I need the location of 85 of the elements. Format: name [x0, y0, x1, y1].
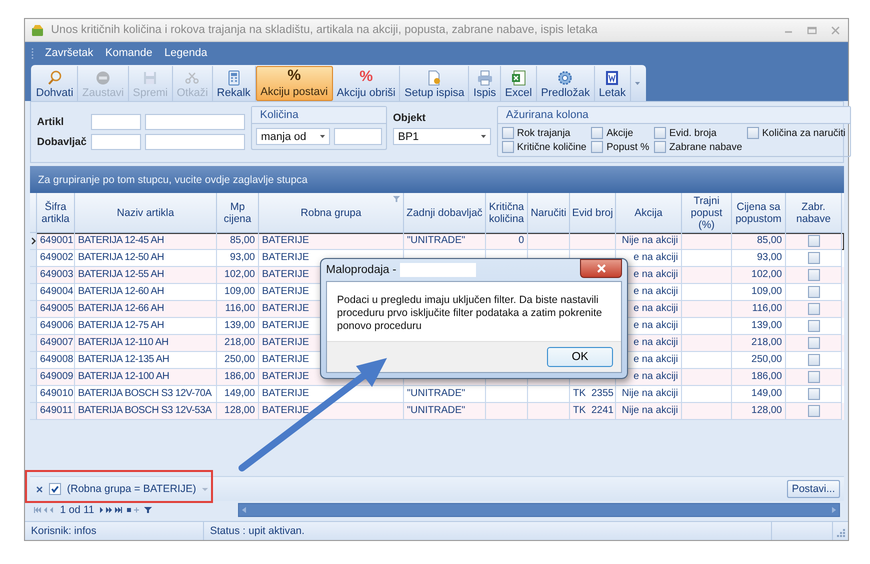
table-cell-text: 93,00 [756, 251, 782, 265]
field-label: Dobavljač [37, 136, 87, 148]
percent-icon: % [359, 69, 373, 86]
table-cell-text: 85,00 [756, 234, 782, 248]
group-title: Količina [252, 107, 386, 124]
table-cell-text: 109,00 [751, 285, 782, 299]
table-cell-text: Nije na akciji [622, 404, 678, 418]
table-cell-text: Nije na akciji [622, 234, 678, 248]
table-cell-text: e na akciji [634, 336, 678, 350]
table-cell-text: BATERIJE [262, 404, 310, 418]
field-label: Objekt [393, 112, 427, 124]
table-cell-text: 116,00 [752, 302, 782, 316]
table-cell-text: e na akciji [634, 251, 678, 265]
table-cell-text: Nije na akciji [622, 387, 678, 401]
table-cell-text: 109,00 [224, 285, 255, 299]
record-position: 1 od 11 [60, 504, 94, 516]
table-cell-text: 93,00 [230, 251, 255, 265]
table-cell-text: 149,00 [751, 387, 782, 401]
table-cell-text: BATERIJA 12-66 AH [78, 302, 164, 316]
table-cell-text: TK 2241 [573, 404, 614, 418]
table-cell-text: "UNITRADE" [407, 404, 466, 418]
table-cell-text: 649009 [40, 370, 74, 384]
table-cell-text: TK 2355 [573, 387, 614, 401]
table-cell-text: 102,00 [751, 268, 782, 282]
table-cell-text: "UNITRADE" [407, 234, 466, 248]
table-cell-text: BATERIJE [262, 336, 310, 350]
table-cell-text: 649001 [40, 234, 74, 248]
table-cell-text: BATERIJE [262, 268, 310, 282]
percent-icon: % [287, 68, 301, 85]
table-cell-text: e na akciji [634, 285, 678, 299]
table-cell-text: BATERIJA 12-75 AH [78, 319, 164, 333]
table-cell-text: e na akciji [634, 268, 678, 282]
table-cell-text: 649004 [40, 285, 74, 299]
table-cell-text: 649003 [40, 268, 74, 282]
table-cell-text: 149,00 [224, 387, 255, 401]
table-cell-text: BATERIJA 12-60 AH [78, 285, 164, 299]
table-cell-text: BATERIJE [262, 370, 310, 384]
table-cell-text: BATERIJE [262, 251, 310, 265]
table-cell-text: BATERIJE [262, 387, 310, 401]
table-cell-text: BATERIJE [262, 319, 310, 333]
table-cell-text: 102,00 [224, 268, 255, 282]
table-cell-text: 128,00 [224, 404, 255, 418]
table-cell-text: BATERIJA 12-100 AH [78, 370, 170, 384]
table-cell-text: BATERIJA BOSCH S3 12V-70A [78, 387, 212, 401]
table-cell-text: 139,00 [751, 319, 782, 333]
table-cell-text: 250,00 [224, 353, 255, 367]
table-cell-text: BATERIJE [262, 234, 310, 248]
table-cell-text: 0 [518, 234, 524, 248]
table-cell-text: 116,00 [225, 302, 255, 316]
table-cell-text: BATERIJA 12-135 AH [78, 353, 170, 367]
hint-text: Za grupiranje po tom stupcu, vucite ovdje zaglavlje stupca [38, 174, 308, 186]
table-cell-text: 85,00 [230, 234, 255, 248]
table-cell-text: 649006 [40, 319, 74, 333]
table-cell-text: 649011 [40, 404, 73, 418]
table-cell-text: 250,00 [751, 353, 782, 367]
table-cell-text: BATERIJA 12-45 AH [78, 234, 164, 248]
table-cell-text: BATERIJA 12-50 AH [78, 251, 164, 265]
table-cell-text: BATERIJA BOSCH S3 12V-53A [78, 404, 212, 418]
table-cell-text: e na akciji [634, 319, 678, 333]
table-cell-text: 139,00 [224, 319, 255, 333]
table-cell-text: 218,00 [224, 336, 255, 350]
table-cell-text: 649010 [40, 387, 74, 401]
table-cell-text: BATERIJA 12-55 AH [78, 268, 164, 282]
field-label: Artikl [37, 116, 65, 128]
table-cell-text: BATERIJE [262, 302, 310, 316]
table-cell-text: 649008 [40, 353, 74, 367]
table-cell-text: "UNITRADE" [407, 387, 466, 401]
table-cell-text: 186,00 [224, 370, 255, 384]
table-cell-text: BATERIJE [262, 353, 310, 367]
table-cell-text: 649007 [40, 336, 74, 350]
table-cell-text: 218,00 [751, 336, 782, 350]
dialog-title: Maloprodaja - [326, 264, 396, 276]
table-cell-text: 649005 [40, 302, 74, 316]
window-title: Unos kritičnih količina i rokova trajanja na skladištu, artikala na akciji, popusta, zabrane nabave, ispis letaka [51, 24, 599, 36]
table-cell-text: BATERIJE [262, 285, 310, 299]
table-cell-text: 128,00 [751, 404, 782, 418]
status-text: Korisnik: infos [31, 525, 96, 537]
table-cell-text: e na akciji [634, 302, 678, 316]
table-cell-text: e na akciji [634, 370, 678, 384]
status-text: Status : upit aktivan. [210, 525, 305, 537]
table-cell-text: 186,00 [751, 370, 782, 384]
group-title: Ažurirana kolona [498, 107, 850, 124]
table-cell-text: BATERIJA 12-110 AH [78, 336, 168, 350]
table-cell-text: e na akciji [634, 353, 678, 367]
table-cell-text: 649002 [40, 251, 74, 265]
